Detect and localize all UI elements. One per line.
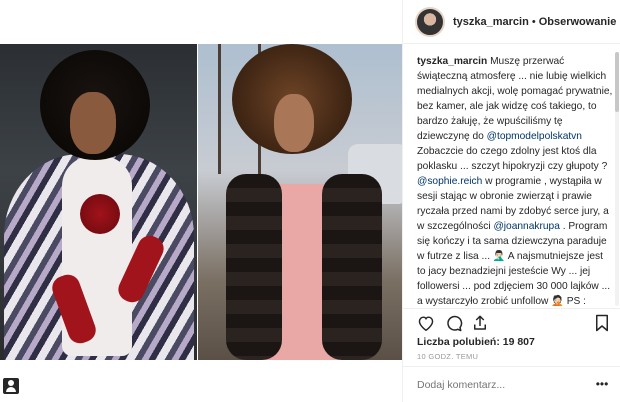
profile-icon[interactable]	[3, 378, 19, 394]
following-button[interactable]: Obserwowanie	[539, 16, 617, 28]
heart-icon[interactable]	[415, 313, 437, 333]
likes-count[interactable]: Liczba polubień: 19 807	[417, 336, 535, 348]
fur-vest-right	[322, 174, 382, 360]
caption-text: Muszę przerwać świąteczną atmosferę ... …	[417, 56, 613, 142]
comment-icon[interactable]	[443, 313, 465, 333]
post-photo[interactable]	[0, 44, 402, 360]
tree-trunk	[218, 44, 221, 174]
more-options-icon[interactable]: •••	[593, 376, 611, 392]
mention-link[interactable]: @joannakrupa	[493, 221, 559, 232]
post-sidebar: tyszka_marcin • Obserwowanie tyszka_marc…	[402, 0, 620, 402]
instagram-post: tyszka_marcin • Obserwowanie tyszka_marc…	[0, 0, 620, 402]
share-icon[interactable]	[469, 313, 491, 333]
comment-input[interactable]	[417, 377, 587, 393]
post-caption: tyszka_marcin Muszę przerwać świąteczną …	[417, 54, 613, 306]
comment-row: •••	[403, 366, 620, 402]
mention-link[interactable]: @topmodelpolskatvn	[487, 131, 582, 142]
scrollbar-thumb[interactable]	[615, 52, 619, 112]
fur-vest-left	[226, 174, 282, 360]
caption-text: Zobaczcie do czego zdolny jest ktoś dla …	[417, 146, 608, 172]
separator-dot: •	[531, 15, 536, 28]
caption-scrollbar[interactable]	[615, 52, 619, 306]
blood-stain	[80, 194, 120, 234]
bookmark-icon[interactable]	[591, 313, 613, 333]
post-timestamp: 10 GODZ. TEMU	[417, 352, 479, 361]
caption-author[interactable]: tyszka_marcin	[417, 56, 487, 67]
action-bar	[403, 308, 620, 336]
face-right	[274, 94, 314, 152]
caption-text: . Program się kończy i ta sama dziewczyn…	[417, 221, 611, 306]
username[interactable]: tyszka_marcin	[453, 16, 529, 28]
mention-link[interactable]: @sophie.reich	[417, 176, 482, 187]
photo-left-panel	[0, 44, 197, 360]
face-left	[70, 92, 116, 154]
avatar[interactable]	[415, 6, 445, 37]
post-header: tyszka_marcin • Obserwowanie	[403, 0, 620, 44]
